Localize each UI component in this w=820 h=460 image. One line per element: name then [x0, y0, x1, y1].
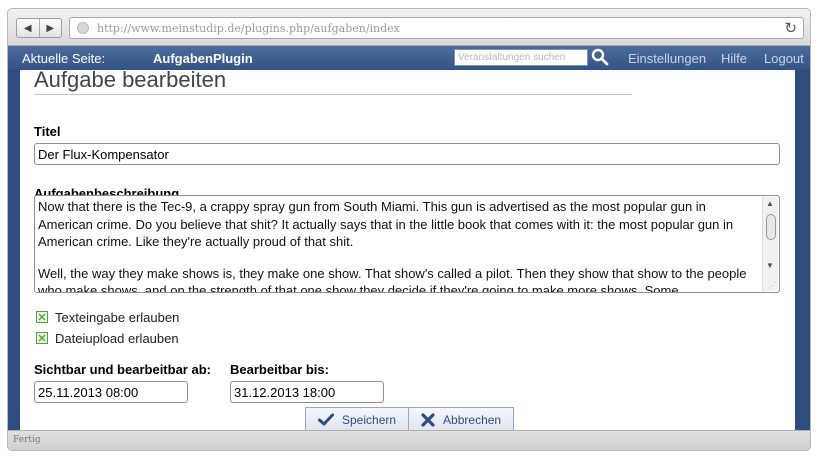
settings-link[interactable]: Einstellungen — [628, 51, 706, 66]
status-text: Fertig — [13, 435, 41, 445]
current-page-label: Aktuelle Seite: — [22, 51, 106, 66]
content-panel: Aufgabe bearbeiten Titel Der Flux-Kompen… — [20, 68, 795, 432]
address-bar[interactable]: http://www.meinstudip.de/plugins.php/auf… — [69, 17, 804, 39]
page-area: Aufgabe bearbeiten Titel Der Flux-Kompen… — [8, 68, 810, 432]
url-text: http://www.meinstudip.de/plugins.php/auf… — [97, 21, 400, 35]
scroll-down-icon[interactable]: ▼ — [766, 261, 774, 270]
file-upload-checkbox-label[interactable]: Dateiupload erlauben — [55, 331, 179, 346]
help-link[interactable]: Hilfe — [721, 51, 747, 66]
scrollbar-thumb[interactable] — [766, 214, 776, 240]
description-text: Now that there is the Tec-9, a crappy sp… — [38, 198, 760, 293]
nav-buttons: ◀ ▶ — [16, 18, 62, 38]
arrow-left-icon: ◀ — [23, 22, 32, 34]
reload-icon[interactable]: ↻ — [784, 19, 797, 37]
visible-from-input[interactable]: 25.11.2013 08:00 — [34, 381, 188, 403]
search-input[interactable]: Veranstaltungen suchen — [454, 49, 588, 66]
save-button-label: Speichern — [342, 412, 397, 427]
editable-until-input[interactable]: 31.12.2013 18:00 — [230, 381, 384, 403]
arrow-right-icon: ▶ — [46, 22, 55, 34]
file-upload-checkbox[interactable] — [36, 332, 48, 344]
text-input-checkbox[interactable] — [36, 311, 48, 323]
resize-grip-icon[interactable]: ⋰ — [768, 281, 776, 290]
cancel-button-label: Abbrechen — [443, 412, 502, 427]
textarea-scrollbar[interactable]: ▲ ▼ — [762, 197, 778, 291]
site-icon — [77, 22, 89, 34]
description-paragraph: Now that there is the Tec-9, a crappy sp… — [38, 199, 734, 249]
description-textarea[interactable]: Now that there is the Tec-9, a crappy sp… — [34, 195, 780, 293]
visible-from-label: Sichtbar und bearbeitbar ab: — [34, 362, 211, 377]
browser-window: ◀ ▶ http://www.meinstudip.de/plugins.php… — [7, 8, 811, 451]
back-button[interactable]: ◀ — [17, 19, 39, 37]
check-x-icon — [38, 313, 46, 321]
cancel-button[interactable]: Abbrechen — [408, 407, 515, 432]
form-actions: Speichern Abbrechen — [305, 407, 515, 432]
browser-statusbar: Fertig — [8, 430, 810, 450]
browser-toolbar: ◀ ▶ http://www.meinstudip.de/plugins.php… — [8, 9, 810, 46]
save-button[interactable]: Speichern — [305, 407, 410, 432]
current-page-value[interactable]: AufgabenPlugin — [153, 51, 253, 66]
scroll-up-icon[interactable]: ▲ — [766, 199, 774, 208]
title-label: Titel — [34, 124, 61, 139]
check-x-icon — [38, 334, 46, 342]
logout-link[interactable]: Logout — [764, 51, 804, 66]
text-input-checkbox-label[interactable]: Texteingabe erlauben — [55, 310, 179, 325]
magnifier-icon[interactable] — [591, 48, 609, 66]
description-paragraph: Well, the way they make shows is, they m… — [38, 265, 747, 293]
cross-icon — [421, 412, 435, 427]
title-input[interactable]: Der Flux-Kompensator — [34, 143, 780, 165]
forward-button[interactable]: ▶ — [38, 19, 62, 37]
page-title: Aufgabe bearbeiten — [34, 68, 632, 95]
editable-until-label: Bearbeitbar bis: — [230, 362, 329, 377]
checkmark-icon — [318, 413, 334, 426]
